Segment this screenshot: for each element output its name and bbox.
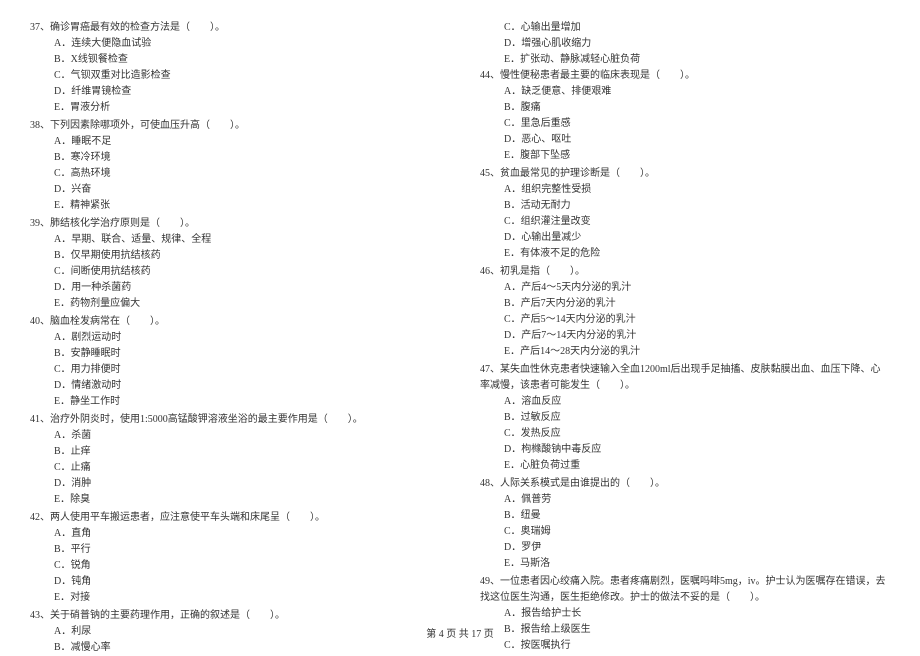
question-block: 48、人际关系模式是由谁提出的（ ）。A．佩普劳B．纽曼C．奥瑞姆D．罗伊E．马… (480, 476, 890, 572)
question-option: B．X线钡餐检查 (30, 52, 440, 68)
question-text: 49、一位患者因心绞痛入院。患者疼痛剧烈，医嘱吗啡5mg，iv。护士认为医嘱存在… (480, 574, 890, 606)
question-option: A．睡眠不足 (30, 134, 440, 150)
question-option: C．产后5～14天内分泌的乳汁 (480, 312, 890, 328)
question-text: 43、关于硝普钠的主要药理作用，正确的叙述是（ ）。 (30, 608, 440, 624)
question-option: E．马斯洛 (480, 556, 890, 572)
question-option: D．增强心肌收缩力 (480, 36, 890, 52)
question-block: 42、两人使用平车搬运患者，应注意使平车头端和床尾呈（ ）。A．直角B．平行C．… (30, 510, 440, 606)
question-option: A．早期、联合、适量、规律、全程 (30, 232, 440, 248)
question-option: A．缺乏便意、排便艰难 (480, 84, 890, 100)
question-option: B．寒冷环境 (30, 150, 440, 166)
question-option: D．纤维胃镜检查 (30, 84, 440, 100)
question-option: D．产后7～14天内分泌的乳汁 (480, 328, 890, 344)
question-option: E．对接 (30, 590, 440, 606)
question-option: B．仅早期使用抗结核药 (30, 248, 440, 264)
question-option: D．罗伊 (480, 540, 890, 556)
question-block: 44、慢性便秘患者最主要的临床表现是（ ）。A．缺乏便意、排便艰难B．腹痛C．里… (480, 68, 890, 164)
question-option: B．过敏反应 (480, 410, 890, 426)
question-option: A．剧烈运动时 (30, 330, 440, 346)
page-footer: 第 4 页 共 17 页 (0, 625, 920, 640)
question-option: B．腹痛 (480, 100, 890, 116)
question-option: B．活动无耐力 (480, 198, 890, 214)
question-option: B．安静睡眠时 (30, 346, 440, 362)
question-option: E．静坐工作时 (30, 394, 440, 410)
question-option: A．连续大便隐血试验 (30, 36, 440, 52)
question-option: B．减慢心率 (30, 640, 440, 656)
question-option: C．止痛 (30, 460, 440, 476)
question-option: C．锐角 (30, 558, 440, 574)
question-option: B．纽曼 (480, 508, 890, 524)
question-option: A．佩普劳 (480, 492, 890, 508)
question-block: 37、确诊胃癌最有效的检查方法是（ ）。A．连续大便隐血试验B．X线钡餐检查C．… (30, 20, 440, 116)
question-option: C．发热反应 (480, 426, 890, 442)
question-option: B．止痒 (30, 444, 440, 460)
question-option: D．消肿 (30, 476, 440, 492)
question-option: C．心输出量增加 (480, 20, 890, 36)
question-option: D．用一种杀菌药 (30, 280, 440, 296)
question-option: E．腹部下坠感 (480, 148, 890, 164)
question-option: E．扩张动、静脉减轻心脏负荷 (480, 52, 890, 68)
question-text: 45、贫血最常见的护理诊断是（ ）。 (480, 166, 890, 182)
question-option: A．报告给护士长 (480, 606, 890, 622)
question-option: A．溶血反应 (480, 394, 890, 410)
question-text: 40、脑血栓发病常在（ ）。 (30, 314, 440, 330)
question-text: 39、肺结核化学治疗原则是（ ）。 (30, 216, 440, 232)
question-block: 40、脑血栓发病常在（ ）。A．剧烈运动时B．安静睡眠时C．用力排便时D．情绪激… (30, 314, 440, 410)
page-content: 37、确诊胃癌最有效的检查方法是（ ）。A．连续大便隐血试验B．X线钡餐检查C．… (30, 20, 890, 610)
question-option: E．精神紧张 (30, 198, 440, 214)
question-option: C．用力排便时 (30, 362, 440, 378)
question-block: 39、肺结核化学治疗原则是（ ）。A．早期、联合、适量、规律、全程B．仅早期使用… (30, 216, 440, 312)
question-option: B．平行 (30, 542, 440, 558)
question-option: B．产后7天内分泌的乳汁 (480, 296, 890, 312)
question-option: A．杀菌 (30, 428, 440, 444)
question-text: 41、治疗外阴炎时，使用1:5000高锰酸钾溶液坐浴的最主要作用是（ ）。 (30, 412, 440, 428)
question-option: C．按医嘱执行 (480, 638, 890, 654)
question-block: 47、某失血性休克患者快速输入全血1200ml后出现手足抽搐、皮肤黏膜出血、血压… (480, 362, 890, 474)
question-block: 46、初乳是指（ ）。A．产后4～5天内分泌的乳汁B．产后7天内分泌的乳汁C．产… (480, 264, 890, 360)
question-option: E．胃液分析 (30, 100, 440, 116)
question-text: 37、确诊胃癌最有效的检查方法是（ ）。 (30, 20, 440, 36)
question-option: C．高热环境 (30, 166, 440, 182)
question-text: 48、人际关系模式是由谁提出的（ ）。 (480, 476, 890, 492)
question-option: E．药物剂量应偏大 (30, 296, 440, 312)
question-option: A．组织完整性受损 (480, 182, 890, 198)
question-option: C．气钡双重对比造影检查 (30, 68, 440, 84)
question-option: D．情绪激动时 (30, 378, 440, 394)
question-option: C．组织灌注量改变 (480, 214, 890, 230)
question-option: A．直角 (30, 526, 440, 542)
question-text: 42、两人使用平车搬运患者，应注意使平车头端和床尾呈（ ）。 (30, 510, 440, 526)
question-block: 45、贫血最常见的护理诊断是（ ）。A．组织完整性受损B．活动无耐力C．组织灌注… (480, 166, 890, 262)
question-option: E．心脏负荷过重 (480, 458, 890, 474)
question-option: C．间断使用抗结核药 (30, 264, 440, 280)
question-text: 47、某失血性休克患者快速输入全血1200ml后出现手足抽搐、皮肤黏膜出血、血压… (480, 362, 890, 394)
left-column: 37、确诊胃癌最有效的检查方法是（ ）。A．连续大便隐血试验B．X线钡餐检查C．… (30, 20, 440, 610)
question-text: 38、下列因素除哪项外，可使血压升高（ ）。 (30, 118, 440, 134)
question-block: 38、下列因素除哪项外，可使血压升高（ ）。A．睡眠不足B．寒冷环境C．高热环境… (30, 118, 440, 214)
question-option: C．奥瑞姆 (480, 524, 890, 540)
question-option: D．钝角 (30, 574, 440, 590)
right-column: C．心输出量增加D．增强心肌收缩力E．扩张动、静脉减轻心脏负荷44、慢性便秘患者… (480, 20, 890, 610)
question-option: E．产后14～28天内分泌的乳汁 (480, 344, 890, 360)
question-text: 44、慢性便秘患者最主要的临床表现是（ ）。 (480, 68, 890, 84)
question-option: E．除臭 (30, 492, 440, 508)
question-option: D．枸橼酸钠中毒反应 (480, 442, 890, 458)
question-option: E．有体液不足的危险 (480, 246, 890, 262)
question-option: C．里急后重感 (480, 116, 890, 132)
question-option: A．产后4～5天内分泌的乳汁 (480, 280, 890, 296)
question-block: 49、一位患者因心绞痛入院。患者疼痛剧烈，医嘱吗啡5mg，iv。护士认为医嘱存在… (480, 574, 890, 654)
question-text: 46、初乳是指（ ）。 (480, 264, 890, 280)
question-option: D．恶心、呕吐 (480, 132, 890, 148)
question-option: D．兴奋 (30, 182, 440, 198)
question-option: D．心输出量减少 (480, 230, 890, 246)
question-block: 41、治疗外阴炎时，使用1:5000高锰酸钾溶液坐浴的最主要作用是（ ）。A．杀… (30, 412, 440, 508)
